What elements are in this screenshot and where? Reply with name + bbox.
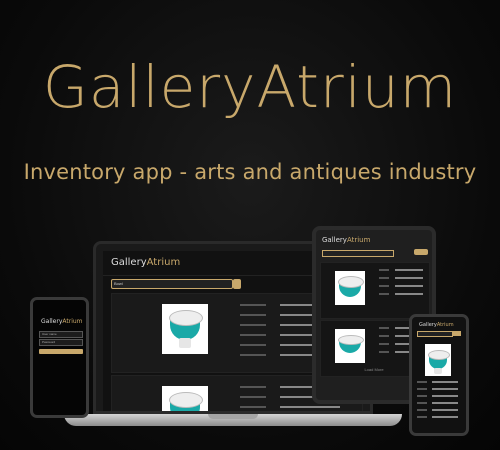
logo-suffix: Atrium [146,257,181,268]
laptop-notch [208,414,258,419]
logo-prefix: Gallery [419,322,437,328]
phone-logo: GalleryAtrium [419,322,454,328]
bowl-image [335,271,365,305]
logo-prefix: Gallery [322,236,347,244]
tablet-search-input[interactable] [322,250,394,257]
bowl-image [335,329,365,363]
bowl-foot [179,338,191,348]
bowl-image [162,386,208,411]
tablet-search-button[interactable] [414,249,428,255]
bowl-rim [338,276,364,288]
username-field[interactable]: User name [39,331,83,338]
search-input[interactable]: Bowl [111,279,233,289]
logo-suffix: Atrium [62,318,83,325]
bowl-rim [169,310,203,326]
username-placeholder: User name [42,332,57,336]
bowl-rim [169,392,203,408]
card-fields [379,269,427,301]
tablet-logo: GalleryAtrium [322,236,370,244]
app-logo: GalleryAtrium [111,257,180,268]
bowl-image [425,344,451,376]
bowl-rim [428,350,450,360]
logo-suffix: Atrium [436,322,454,328]
phone-login-device: GalleryAtrium User name Password [30,297,89,418]
search-button[interactable] [233,279,241,289]
search-value: Bowl [114,281,123,286]
tagline: Inventory app - arts and antiques indust… [23,160,477,184]
password-field[interactable]: Password [39,339,83,346]
tablet-inventory-card[interactable] [320,262,430,319]
phone-search-input[interactable] [417,331,453,337]
bowl-rim [338,335,364,345]
bowl-image [162,304,208,354]
phone-results-device: GalleryAtrium [409,314,469,436]
password-placeholder: Password [42,340,56,344]
card-fields [417,381,461,423]
phone-logo: GalleryAtrium [41,318,83,325]
phone-search-button[interactable] [453,331,461,336]
logo-prefix: Gallery [111,257,147,268]
logo-suffix: Atrium [346,236,371,244]
bowl-foot [434,368,442,374]
login-button[interactable] [39,349,83,354]
brand-title: GalleryAtrium [42,53,458,121]
logo-prefix: Gallery [41,318,63,325]
